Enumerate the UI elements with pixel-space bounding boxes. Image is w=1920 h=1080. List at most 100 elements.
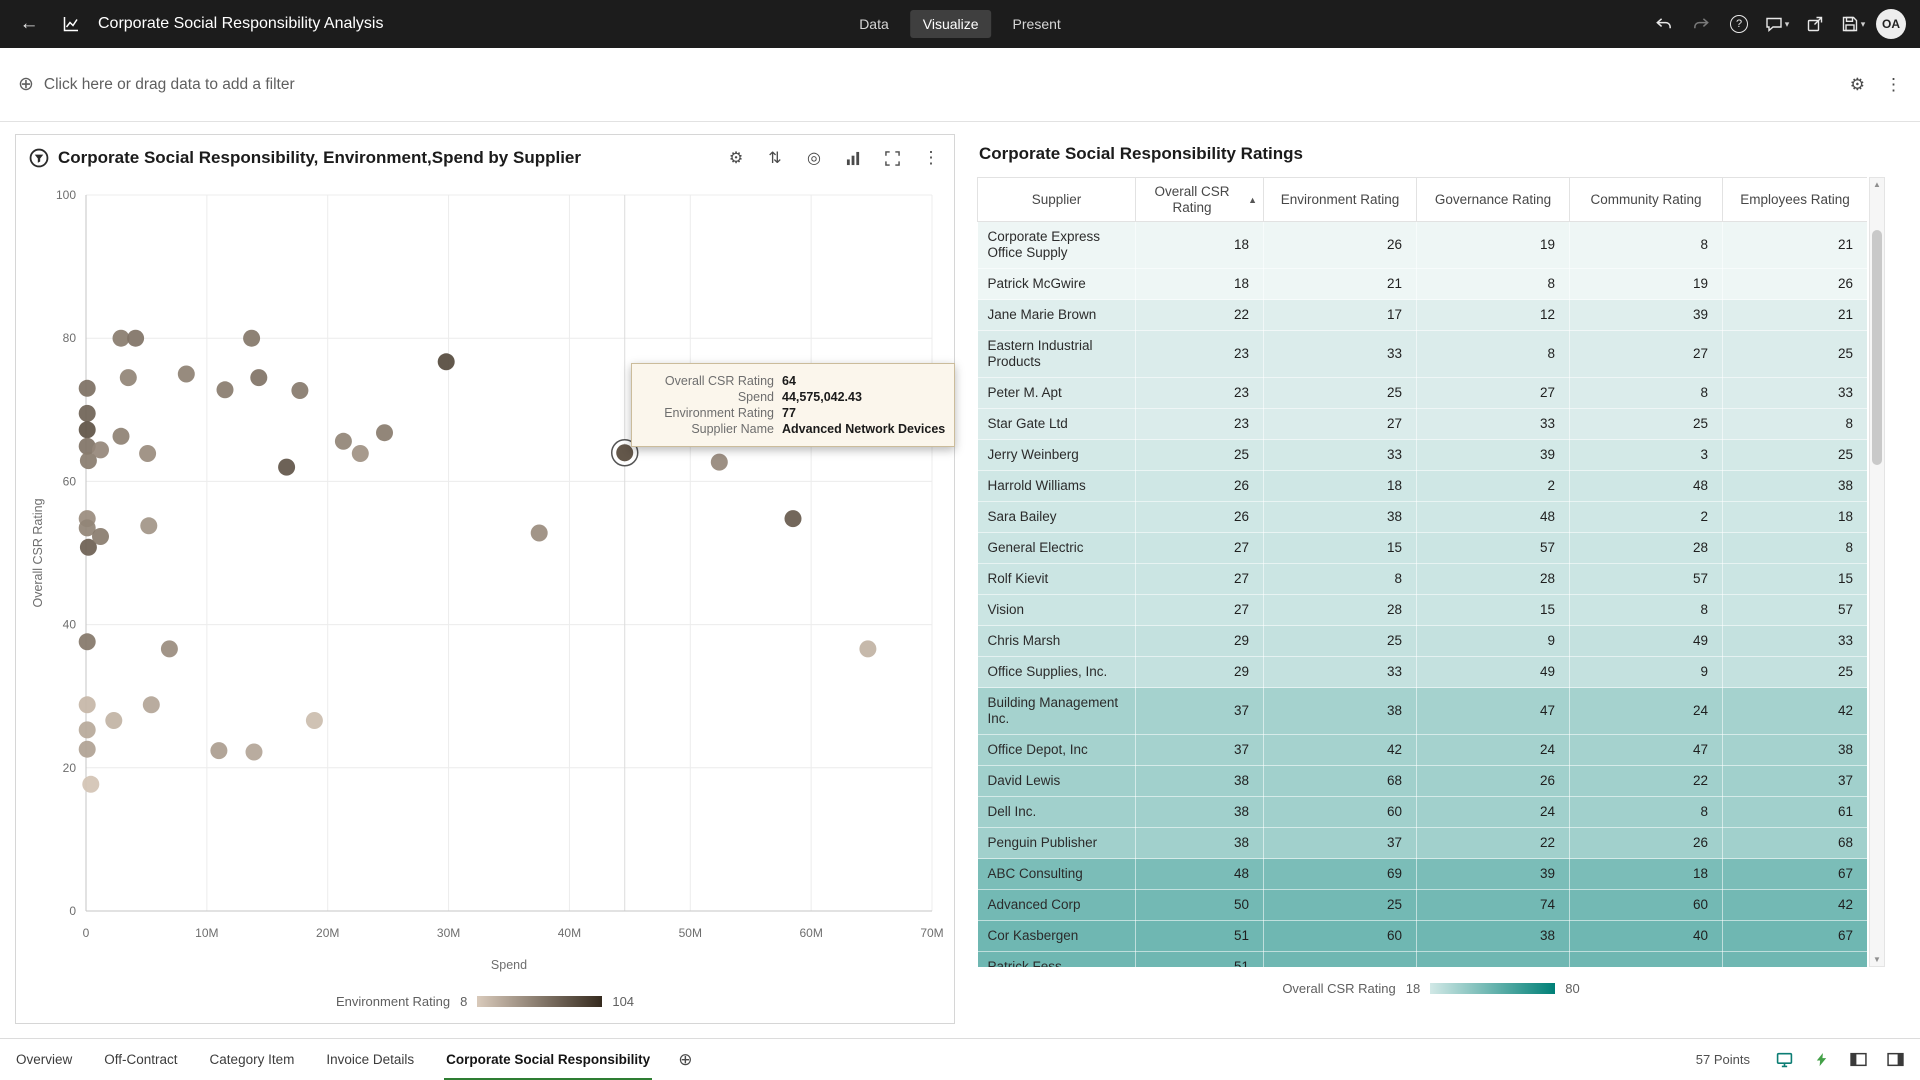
collapse-right-panel-icon[interactable] bbox=[1884, 1049, 1906, 1071]
table-row[interactable]: ABC Consulting4869391867 bbox=[978, 859, 1868, 890]
scroll-down-icon[interactable]: ▼ bbox=[1870, 955, 1884, 964]
rating-cell[interactable]: 48 bbox=[1136, 859, 1264, 890]
column-header[interactable]: Overall CSR Rating▲ bbox=[1136, 178, 1264, 222]
scatter-point[interactable] bbox=[140, 517, 157, 534]
maximize-icon[interactable] bbox=[882, 148, 902, 168]
rating-cell[interactable]: 22 bbox=[1570, 766, 1723, 797]
table-row[interactable]: David Lewis3868262237 bbox=[978, 766, 1868, 797]
rating-cell[interactable] bbox=[1264, 952, 1417, 968]
rating-cell[interactable]: 27 bbox=[1136, 533, 1264, 564]
rating-cell[interactable]: 42 bbox=[1723, 688, 1868, 735]
canvas-tab[interactable]: Off-Contract bbox=[102, 1039, 179, 1080]
redo-button[interactable] bbox=[1686, 9, 1716, 39]
rating-cell[interactable]: 29 bbox=[1136, 626, 1264, 657]
canvas-tab[interactable]: Category Item bbox=[208, 1039, 297, 1080]
rating-cell[interactable]: 37 bbox=[1136, 735, 1264, 766]
rating-cell[interactable]: 25 bbox=[1723, 331, 1868, 378]
rating-cell[interactable]: 15 bbox=[1723, 564, 1868, 595]
supplier-cell[interactable]: Jane Marie Brown bbox=[978, 300, 1136, 331]
rating-cell[interactable]: 27 bbox=[1136, 564, 1264, 595]
rating-cell[interactable]: 19 bbox=[1570, 269, 1723, 300]
table-row[interactable]: Advanced Corp5025746042 bbox=[978, 890, 1868, 921]
table-row[interactable]: Star Gate Ltd232733258 bbox=[978, 409, 1868, 440]
rating-cell[interactable]: 8 bbox=[1723, 533, 1868, 564]
rating-cell[interactable] bbox=[1723, 952, 1868, 968]
chart-sort-icon[interactable]: ⇅ bbox=[765, 148, 785, 168]
rating-cell[interactable]: 33 bbox=[1264, 657, 1417, 688]
scatter-point[interactable] bbox=[139, 445, 156, 462]
rating-cell[interactable]: 26 bbox=[1570, 828, 1723, 859]
rating-cell[interactable] bbox=[1570, 952, 1723, 968]
scatter-point[interactable] bbox=[79, 696, 96, 713]
rating-cell[interactable]: 42 bbox=[1723, 890, 1868, 921]
mode-tab-data[interactable]: Data bbox=[846, 10, 902, 38]
rating-cell[interactable]: 25 bbox=[1723, 440, 1868, 471]
scatter-point[interactable] bbox=[352, 445, 369, 462]
scatter-point[interactable] bbox=[79, 405, 96, 422]
scatter-point[interactable] bbox=[92, 528, 109, 545]
supplier-cell[interactable]: Building Management Inc. bbox=[978, 688, 1136, 735]
rating-cell[interactable]: 38 bbox=[1723, 735, 1868, 766]
scatter-point[interactable] bbox=[79, 721, 96, 738]
scatter-point[interactable] bbox=[376, 424, 393, 441]
supplier-cell[interactable]: Office Supplies, Inc. bbox=[978, 657, 1136, 688]
rating-cell[interactable]: 57 bbox=[1417, 533, 1570, 564]
canvas-tab[interactable]: Invoice Details bbox=[324, 1039, 416, 1080]
rating-cell[interactable]: 8 bbox=[1264, 564, 1417, 595]
rating-cell[interactable]: 28 bbox=[1417, 564, 1570, 595]
column-header[interactable]: Community Rating bbox=[1570, 178, 1723, 222]
scatter-point[interactable] bbox=[143, 696, 160, 713]
table-row[interactable]: Chris Marsh292594933 bbox=[978, 626, 1868, 657]
scatter-point[interactable] bbox=[79, 421, 96, 438]
rating-cell[interactable]: 21 bbox=[1723, 300, 1868, 331]
scatter-point[interactable] bbox=[335, 433, 352, 450]
scatter-point[interactable] bbox=[306, 712, 323, 729]
rating-cell[interactable]: 51 bbox=[1136, 921, 1264, 952]
table-row[interactable]: Cor Kasbergen5160384067 bbox=[978, 921, 1868, 952]
rating-cell[interactable]: 25 bbox=[1264, 890, 1417, 921]
rating-cell[interactable]: 25 bbox=[1136, 440, 1264, 471]
rating-cell[interactable]: 26 bbox=[1264, 222, 1417, 269]
rating-cell[interactable]: 8 bbox=[1570, 797, 1723, 828]
rating-cell[interactable]: 39 bbox=[1570, 300, 1723, 331]
rating-cell[interactable]: 38 bbox=[1136, 797, 1264, 828]
rating-cell[interactable]: 33 bbox=[1264, 331, 1417, 378]
scatter-point[interactable] bbox=[79, 380, 96, 397]
rating-cell[interactable]: 26 bbox=[1723, 269, 1868, 300]
chart-settings-icon[interactable]: ⚙ bbox=[726, 148, 746, 168]
rating-cell[interactable]: 38 bbox=[1136, 766, 1264, 797]
rating-cell[interactable]: 33 bbox=[1723, 378, 1868, 409]
scatter-point[interactable] bbox=[127, 330, 144, 347]
scatter-point[interactable] bbox=[105, 712, 122, 729]
supplier-cell[interactable]: Penguin Publisher bbox=[978, 828, 1136, 859]
rating-cell[interactable]: 8 bbox=[1417, 269, 1570, 300]
rating-cell[interactable]: 18 bbox=[1136, 269, 1264, 300]
supplier-cell[interactable]: Vision bbox=[978, 595, 1136, 626]
supplier-cell[interactable]: Dell Inc. bbox=[978, 797, 1136, 828]
rating-cell[interactable]: 18 bbox=[1570, 859, 1723, 890]
table-row[interactable]: Patrick McGwire182181926 bbox=[978, 269, 1868, 300]
scatter-point[interactable] bbox=[859, 640, 876, 657]
rating-cell[interactable]: 8 bbox=[1570, 222, 1723, 269]
rating-cell[interactable]: 67 bbox=[1723, 921, 1868, 952]
rating-cell[interactable]: 22 bbox=[1136, 300, 1264, 331]
table-scrollbar[interactable]: ▲ ▼ bbox=[1869, 177, 1885, 967]
rating-cell[interactable]: 60 bbox=[1264, 921, 1417, 952]
supplier-cell[interactable]: Star Gate Ltd bbox=[978, 409, 1136, 440]
rating-cell[interactable]: 37 bbox=[1264, 828, 1417, 859]
rating-cell[interactable]: 47 bbox=[1417, 688, 1570, 735]
supplier-cell[interactable]: General Electric bbox=[978, 533, 1136, 564]
rating-cell[interactable]: 27 bbox=[1136, 595, 1264, 626]
rating-cell[interactable]: 18 bbox=[1264, 471, 1417, 502]
rating-cell[interactable]: 39 bbox=[1417, 440, 1570, 471]
rating-cell[interactable]: 40 bbox=[1570, 921, 1723, 952]
table-row[interactable]: Corporate Express Office Supply182619821 bbox=[978, 222, 1868, 269]
scatter-point[interactable] bbox=[92, 441, 109, 458]
rating-cell[interactable]: 24 bbox=[1417, 735, 1570, 766]
rating-cell[interactable]: 38 bbox=[1264, 502, 1417, 533]
back-button[interactable]: ← bbox=[14, 9, 44, 39]
rating-cell[interactable]: 18 bbox=[1136, 222, 1264, 269]
rating-cell[interactable]: 15 bbox=[1264, 533, 1417, 564]
table-row[interactable]: Patrick Fess51 bbox=[978, 952, 1868, 968]
scatter-point[interactable] bbox=[246, 744, 263, 761]
